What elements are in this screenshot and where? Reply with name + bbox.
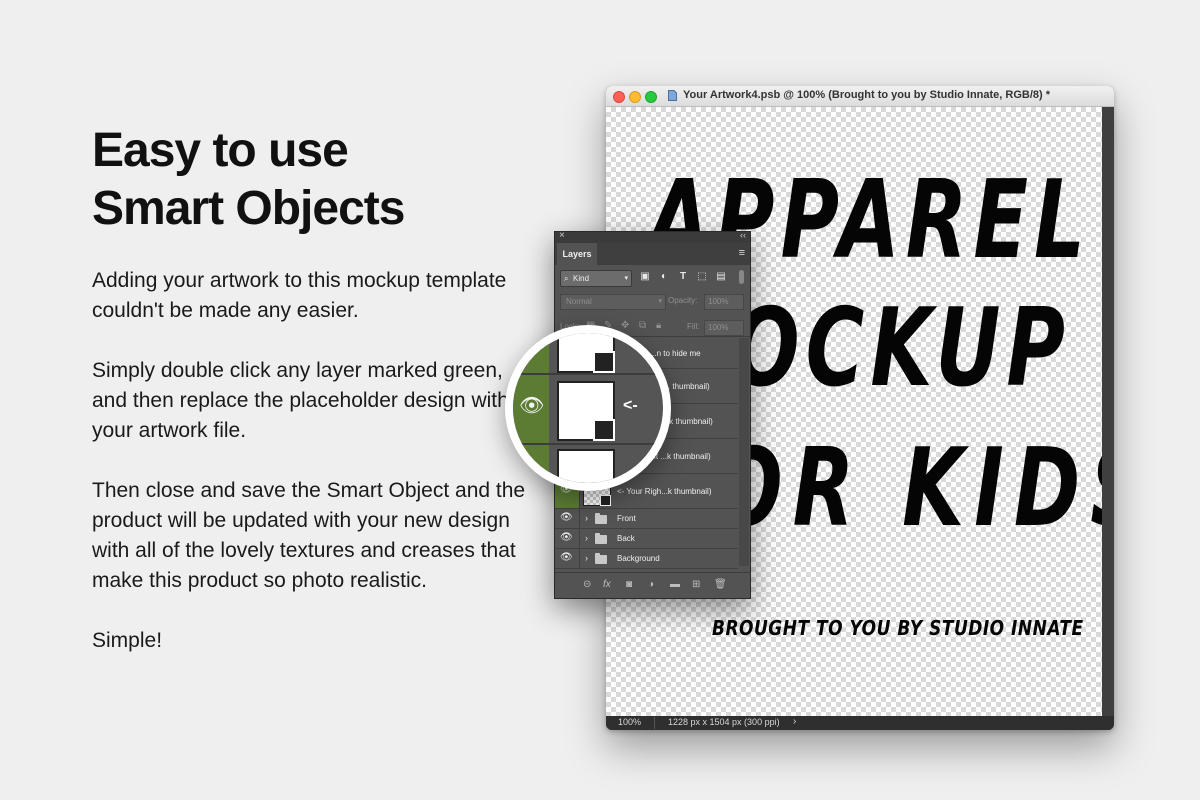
- folder-icon: [595, 533, 607, 544]
- panel-collapse-icon[interactable]: ‹‹: [740, 230, 746, 240]
- filter-row: ⌕ Kind ▾ ▣ ◐ T ⬚ ▤: [555, 268, 750, 288]
- layers-scrollbar[interactable]: [739, 338, 749, 566]
- chevron-right-icon[interactable]: ›: [585, 513, 588, 523]
- zoom-level[interactable]: 100%: [618, 717, 641, 727]
- eye-icon[interactable]: 👁︎: [560, 552, 573, 563]
- new-group-icon[interactable]: ▬: [670, 579, 680, 590]
- add-mask-icon[interactable]: ◙: [626, 579, 632, 590]
- blend-row: Normal ▾ Opacity: 100%: [555, 292, 750, 310]
- headline-line-1: Easy to use: [92, 124, 349, 177]
- layer-visibility-cell[interactable]: 👁︎: [555, 549, 580, 568]
- document-icon: [668, 90, 677, 101]
- panel-footer: ⊝ fx ◙ ◑ ▬ ⊞ 🗑︎: [555, 572, 750, 598]
- adjustment-layer-icon[interactable]: ◑: [648, 579, 654, 590]
- panel-header[interactable]: × ‹‹: [555, 230, 750, 243]
- status-bar: 100% 1228 px x 1504 px (300 ppi) ›: [606, 716, 1114, 730]
- shape-filter-icon[interactable]: ⬚: [696, 271, 708, 283]
- headline: Easy to use Smart Objects: [92, 122, 512, 238]
- layer-group-row[interactable]: 👁︎ › Back: [555, 529, 738, 549]
- magnified-row-divider: [513, 443, 663, 445]
- panel-close-icon[interactable]: ×: [559, 230, 565, 241]
- close-window-button[interactable]: [613, 91, 625, 103]
- zoom-window-button[interactable]: [645, 91, 657, 103]
- new-layer-icon[interactable]: ⊞: [692, 579, 700, 590]
- lock-all-icon[interactable]: 🔒︎: [656, 320, 661, 331]
- smart-object-badge-icon: [600, 495, 611, 506]
- adjustment-filter-icon[interactable]: ◐: [658, 271, 670, 283]
- layer-group-row[interactable]: 👁︎ › Front: [555, 509, 738, 529]
- body-copy: Adding your artwork to this mockup templ…: [92, 266, 532, 686]
- minimize-window-button[interactable]: [629, 91, 641, 103]
- headline-line-2: Smart Objects: [92, 182, 405, 235]
- search-icon: ⌕: [564, 274, 569, 283]
- folder-icon: [595, 513, 607, 524]
- type-filter-icon[interactable]: T: [677, 271, 689, 283]
- layer-name[interactable]: Front: [617, 514, 636, 523]
- folder-icon: [595, 553, 607, 564]
- link-layers-icon[interactable]: ⊝: [583, 579, 591, 590]
- magnified-thumbnail: [557, 333, 615, 373]
- lock-position-icon[interactable]: ✥: [621, 320, 629, 331]
- filter-toggle[interactable]: [739, 270, 744, 284]
- paragraph-save: Then close and save the Smart Object and…: [92, 479, 526, 592]
- window-titlebar[interactable]: Your Artwork4.psb @ 100% (Brought to you…: [606, 86, 1114, 107]
- chevron-down-icon: ▾: [624, 275, 628, 282]
- magnified-thumbnail: [557, 381, 615, 441]
- tab-layers[interactable]: Layers: [557, 243, 597, 265]
- fx-icon[interactable]: fx: [603, 579, 611, 590]
- fill-field[interactable]: 100%: [704, 320, 744, 336]
- magnified-arrow-label: <-: [623, 397, 638, 414]
- pixel-filter-icon[interactable]: ▣: [639, 271, 651, 283]
- document-dimensions: 1228 px x 1504 px (300 ppi): [668, 717, 780, 727]
- panel-tab-bar: Layers ≡: [555, 243, 750, 265]
- magnified-row-divider: [513, 373, 663, 375]
- blend-mode-select[interactable]: Normal ▾: [560, 294, 666, 310]
- filter-kind-select[interactable]: ⌕ Kind ▾: [560, 270, 632, 287]
- magnified-eye-icon: 👁︎: [519, 395, 545, 417]
- smart-object-badge-icon: [593, 351, 615, 373]
- fill-label: Fill:: [687, 322, 700, 331]
- magnified-thumbnail: [557, 449, 615, 483]
- blend-mode-value: Normal: [566, 297, 592, 306]
- eye-icon[interactable]: 👁︎: [560, 512, 573, 523]
- smart-object-badge-icon: [593, 419, 615, 441]
- vertical-scrollbar[interactable]: [1102, 107, 1114, 716]
- filter-kind-label: Kind: [573, 274, 590, 283]
- layer-name[interactable]: Background: [617, 554, 660, 563]
- artwork-tagline: BROUGHT TO YOU BY STUDIO INNATE: [712, 617, 1084, 641]
- status-menu-arrow-icon[interactable]: ›: [793, 716, 796, 727]
- layer-name[interactable]: <- Your Righ...k thumbnail): [617, 487, 712, 496]
- opacity-field[interactable]: 100%: [704, 294, 744, 310]
- paragraph-instructions: Simply double click any layer marked gre…: [92, 359, 509, 442]
- paragraph-simple: Simple!: [92, 629, 163, 652]
- eye-icon[interactable]: 👁︎: [560, 532, 573, 543]
- paragraph-intro: Adding your artwork to this mockup templ…: [92, 269, 507, 322]
- panel-menu-icon[interactable]: ≡: [739, 247, 745, 259]
- chevron-down-icon: ▾: [658, 298, 662, 305]
- status-divider: [654, 717, 655, 729]
- layer-name[interactable]: Back: [617, 534, 635, 543]
- magnifier-callout: 👁︎ <-: [505, 325, 671, 491]
- lock-artboard-icon[interactable]: ⧉: [639, 320, 646, 331]
- chevron-right-icon[interactable]: ›: [585, 533, 588, 543]
- trash-icon[interactable]: 🗑︎: [714, 579, 727, 590]
- layer-visibility-cell[interactable]: 👁︎: [555, 509, 580, 528]
- layer-group-row[interactable]: 👁︎ › Background: [555, 549, 738, 569]
- chevron-right-icon[interactable]: ›: [585, 553, 588, 563]
- smart-object-filter-icon[interactable]: ▤: [715, 271, 727, 283]
- layer-visibility-cell[interactable]: 👁︎: [555, 529, 580, 548]
- opacity-label: Opacity:: [668, 296, 698, 305]
- window-title: Your Artwork4.psb @ 100% (Brought to you…: [683, 89, 1051, 101]
